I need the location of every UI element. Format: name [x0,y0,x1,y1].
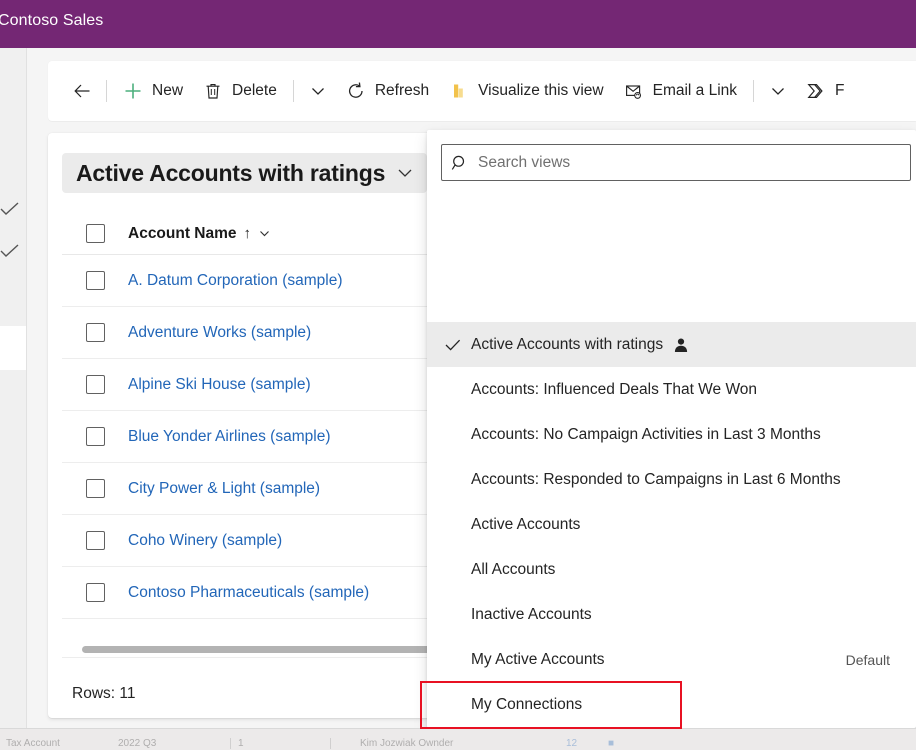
back-arrow-icon [72,81,92,101]
row-checkbox[interactable] [86,323,105,342]
view-item-label: My Connections [471,696,582,714]
left-nav-rail [0,48,27,728]
row-checkbox[interactable] [86,375,105,394]
view-item-label: Active Accounts [471,516,580,534]
view-list-item-active-accounts-with-ratings[interactable]: Active Accounts with ratings [427,322,916,367]
back-button[interactable] [64,72,100,110]
flow-button[interactable]: F [796,72,854,110]
row-checkbox-cell [62,323,128,342]
account-name-link[interactable]: Blue Yonder Airlines (sample) [128,428,330,446]
visualize-this-view-button[interactable]: Visualize this view [439,72,614,110]
chevron-down-icon [768,81,788,101]
views-flyout-panel: Active Accounts with ratings Accounts: I… [427,130,916,728]
view-list-item-my-connections[interactable]: My Connections [427,682,916,727]
email-a-link-label: Email a Link [653,82,737,100]
command-separator [293,80,294,102]
default-view-tag: Default [846,652,890,668]
chart-icon [449,81,469,101]
view-item-label: Accounts: No Campaign Activities in Last… [471,426,821,444]
view-list-item-influenced-deals[interactable]: Accounts: Influenced Deals That We Won [427,367,916,412]
view-list-item-no-campaign-activities[interactable]: Accounts: No Campaign Activities in Last… [427,412,916,457]
account-name-link[interactable]: Contoso Pharmaceuticals (sample) [128,584,369,602]
row-checkbox-cell [62,531,128,550]
view-selector-label: Active Accounts with ratings [76,160,385,187]
view-item-label: Active Accounts with ratings [471,336,663,354]
plus-icon [123,81,143,101]
row-checkbox-cell [62,583,128,602]
background-window-strip: Tax Account 2022 Q3 1 Kim Jozwiak Ownder… [0,728,916,750]
app-title: Contoso Sales [0,12,103,30]
views-search-box[interactable] [441,144,911,181]
view-selector-button[interactable]: Active Accounts with ratings [62,153,427,193]
rows-count-label: Rows: 11 [72,685,135,703]
email-overflow-button[interactable] [760,72,796,110]
delete-button[interactable]: Delete [193,72,287,110]
row-checkbox[interactable] [86,271,105,290]
sort-ascending-icon: ↑ [244,225,252,242]
command-bar: New Delete Refresh [48,61,916,121]
view-item-label: My Active Accounts [471,651,605,669]
view-list-item-all-accounts[interactable]: All Accounts [427,547,916,592]
account-name-link[interactable]: Alpine Ski House (sample) [128,376,311,394]
search-icon [442,154,478,172]
row-checkbox[interactable] [86,427,105,446]
delete-overflow-button[interactable] [300,72,336,110]
search-input[interactable] [478,154,910,172]
view-item-label: Inactive Accounts [471,606,592,624]
select-all-checkbox-cell [62,224,128,243]
row-checkbox-cell [62,479,128,498]
account-name-link[interactable]: City Power & Light (sample) [128,480,320,498]
chevron-down-icon [308,81,328,101]
view-list-item-my-active-accounts[interactable]: My Active Accounts Default [427,637,916,682]
flow-button-label: F [835,82,844,100]
column-header-label: Account Name [128,225,237,243]
checkmark-icon [427,338,461,352]
view-item-label: Accounts: Responded to Campaigns in Last… [471,471,841,489]
row-checkbox-cell [62,427,128,446]
email-link-icon [624,81,644,101]
account-name-link[interactable]: A. Datum Corporation (sample) [128,272,343,290]
refresh-button[interactable]: Refresh [336,72,439,110]
delete-button-label: Delete [232,82,277,100]
row-checkbox-cell [62,271,128,290]
row-checkbox[interactable] [86,479,105,498]
background-window-strip-content: Tax Account 2022 Q3 1 Kim Jozwiak Ownder… [0,738,916,750]
trash-icon [203,81,223,101]
chevron-down-icon[interactable] [258,227,271,240]
person-icon [673,337,689,353]
checkmark-icon [0,202,22,216]
row-checkbox[interactable] [86,583,105,602]
visualize-button-label: Visualize this view [478,82,604,100]
command-separator [753,80,754,102]
row-checkbox-cell [62,375,128,394]
view-item-label: All Accounts [471,561,555,579]
view-item-label: Accounts: Influenced Deals That We Won [471,381,757,399]
checkmark-icon [0,244,22,258]
nav-rail-selected-item[interactable] [0,326,26,370]
view-list-item-inactive-accounts[interactable]: Inactive Accounts [427,592,916,637]
row-checkbox[interactable] [86,531,105,550]
column-header-account-name[interactable]: Account Name ↑ [128,225,271,243]
app-header: Contoso Sales [0,0,916,48]
chevron-down-icon [395,163,415,183]
command-separator [106,80,107,102]
flow-icon [806,81,826,101]
refresh-icon [346,81,366,101]
view-list-item-responded-to-campaigns[interactable]: Accounts: Responded to Campaigns in Last… [427,457,916,502]
email-a-link-button[interactable]: Email a Link [614,72,747,110]
account-name-link[interactable]: Coho Winery (sample) [128,532,282,550]
view-list-item-active-accounts[interactable]: Active Accounts [427,502,916,547]
new-button[interactable]: New [113,72,193,110]
refresh-button-label: Refresh [375,82,429,100]
account-name-link[interactable]: Adventure Works (sample) [128,324,311,342]
select-all-checkbox[interactable] [86,224,105,243]
new-button-label: New [152,82,183,100]
